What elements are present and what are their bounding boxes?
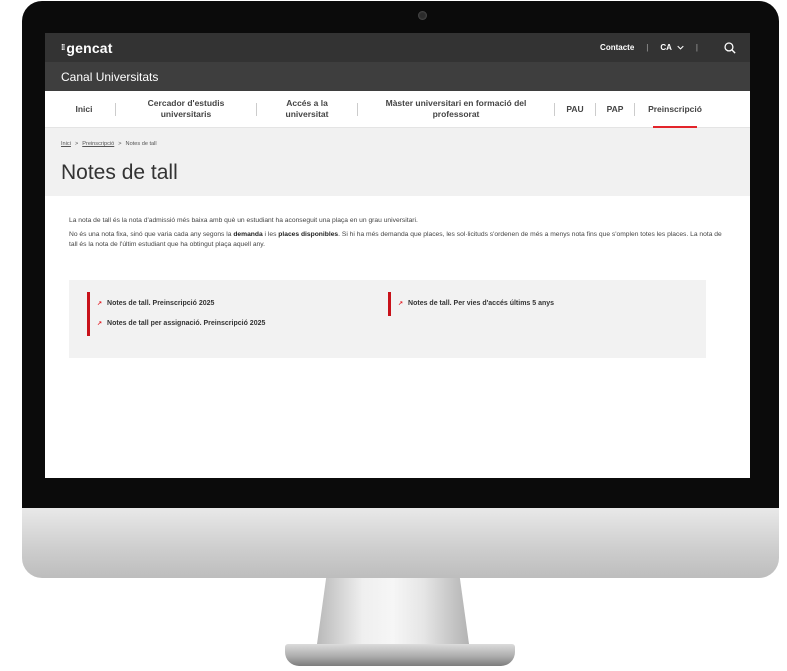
breadcrumb: Inici > Preinscripció > Notes de tall: [61, 141, 157, 147]
nav-item-pau[interactable]: PAU: [555, 91, 595, 127]
external-link-icon: ↗: [97, 300, 103, 307]
top-bar: ⁞⁞ gencat Contacte | CA |: [45, 33, 750, 62]
nav-item-inici[interactable]: Inici: [63, 91, 105, 127]
link-notes-tall-vies-acces[interactable]: ↗ Notes de tall. Per vies d'accés últims…: [398, 300, 554, 307]
nav-label: Màster universitari en formació del prof…: [385, 98, 527, 119]
link-label: Notes de tall. Per vies d'accés últims 5…: [408, 299, 555, 307]
browser-screen: ⁞⁞ gencat Contacte | CA | Canal Universi…: [45, 33, 750, 478]
search-icon[interactable]: [724, 41, 736, 54]
link-label: Notes de tall. Preinscripció 2025: [107, 299, 215, 307]
link-notes-tall-assignacio[interactable]: ↗ Notes de tall per assignació. Preinscr…: [97, 320, 265, 327]
right-accent-bar: [388, 291, 391, 316]
breadcrumb-separator: >: [118, 141, 122, 147]
bold-demanda: demanda: [233, 231, 263, 239]
top-bar-actions: Contacte | CA |: [600, 41, 736, 54]
main-navigation: Inici Cercador d'estudis universitaris A…: [45, 91, 750, 128]
nav-item-master[interactable]: Màster universitari en formació del prof…: [358, 91, 554, 127]
gencat-logo[interactable]: ⁞⁞ gencat: [61, 40, 113, 56]
left-accent-bar: [87, 291, 90, 336]
language-selector[interactable]: CA: [660, 43, 684, 52]
explanation-paragraph: No és una nota fixa, sinó que varia cada…: [69, 230, 726, 249]
nav-item-pap[interactable]: PAP: [596, 91, 634, 127]
nav-item-acces[interactable]: Accés a la universitat: [257, 91, 357, 127]
logo-mark-icon: ⁞⁞: [61, 43, 65, 52]
breadcrumb-current: Notes de tall: [125, 141, 157, 147]
language-label: CA: [660, 43, 672, 52]
nav-label: Inici: [75, 103, 93, 114]
chevron-down-icon: [677, 45, 684, 50]
divider: |: [695, 43, 698, 52]
nav-item-cercador[interactable]: Cercador d'estudis universitaris: [116, 91, 256, 127]
nav-label: PAU: [566, 103, 584, 114]
page-title: Notes de tall: [61, 161, 178, 184]
main-content: La nota de tall és la nota d'admissió mé…: [45, 196, 750, 358]
breadcrumb-section-link[interactable]: Preinscripció: [82, 141, 114, 147]
external-link-icon: ↗: [398, 300, 404, 307]
bold-places-disponibles: places disponibles: [278, 231, 339, 239]
links-box: ↗ Notes de tall. Preinscripció 2025 ↗ No…: [69, 279, 706, 358]
monitor-stand: [317, 578, 469, 644]
nav-label: Preinscripció: [648, 103, 702, 114]
text-span: i les: [262, 231, 279, 239]
nav-label: Cercador d'estudis universitaris: [147, 98, 225, 119]
contact-link[interactable]: Contacte: [600, 43, 634, 52]
site-title[interactable]: Canal Universitats: [61, 70, 158, 84]
breadcrumb-home-link[interactable]: Inici: [61, 141, 71, 147]
camera-icon: [418, 11, 427, 20]
link-label: Notes de tall per assignació. Preinscrip…: [107, 319, 266, 327]
site-title-bar: Canal Universitats: [45, 62, 750, 91]
logo-text: gencat: [66, 39, 113, 56]
nav-label: PAP: [606, 103, 624, 114]
breadcrumb-separator: >: [74, 141, 79, 147]
nav-item-preinscripcio[interactable]: Preinscripció: [635, 91, 715, 127]
link-notes-tall-2025[interactable]: ↗ Notes de tall. Preinscripció 2025: [97, 300, 214, 307]
external-link-icon: ↗: [97, 320, 103, 327]
nav-label: Accés a la universitat: [285, 98, 329, 119]
monitor-stand-foot: [285, 644, 515, 666]
text-span: No és una nota fixa, sinó que varia cada…: [69, 231, 234, 239]
page-header: Inici > Preinscripció > Notes de tall Notes …: [45, 128, 750, 196]
divider: |: [646, 43, 649, 52]
intro-paragraph: La nota de tall és la nota d'admissió mé…: [69, 217, 418, 224]
monitor-chin: [22, 508, 779, 578]
